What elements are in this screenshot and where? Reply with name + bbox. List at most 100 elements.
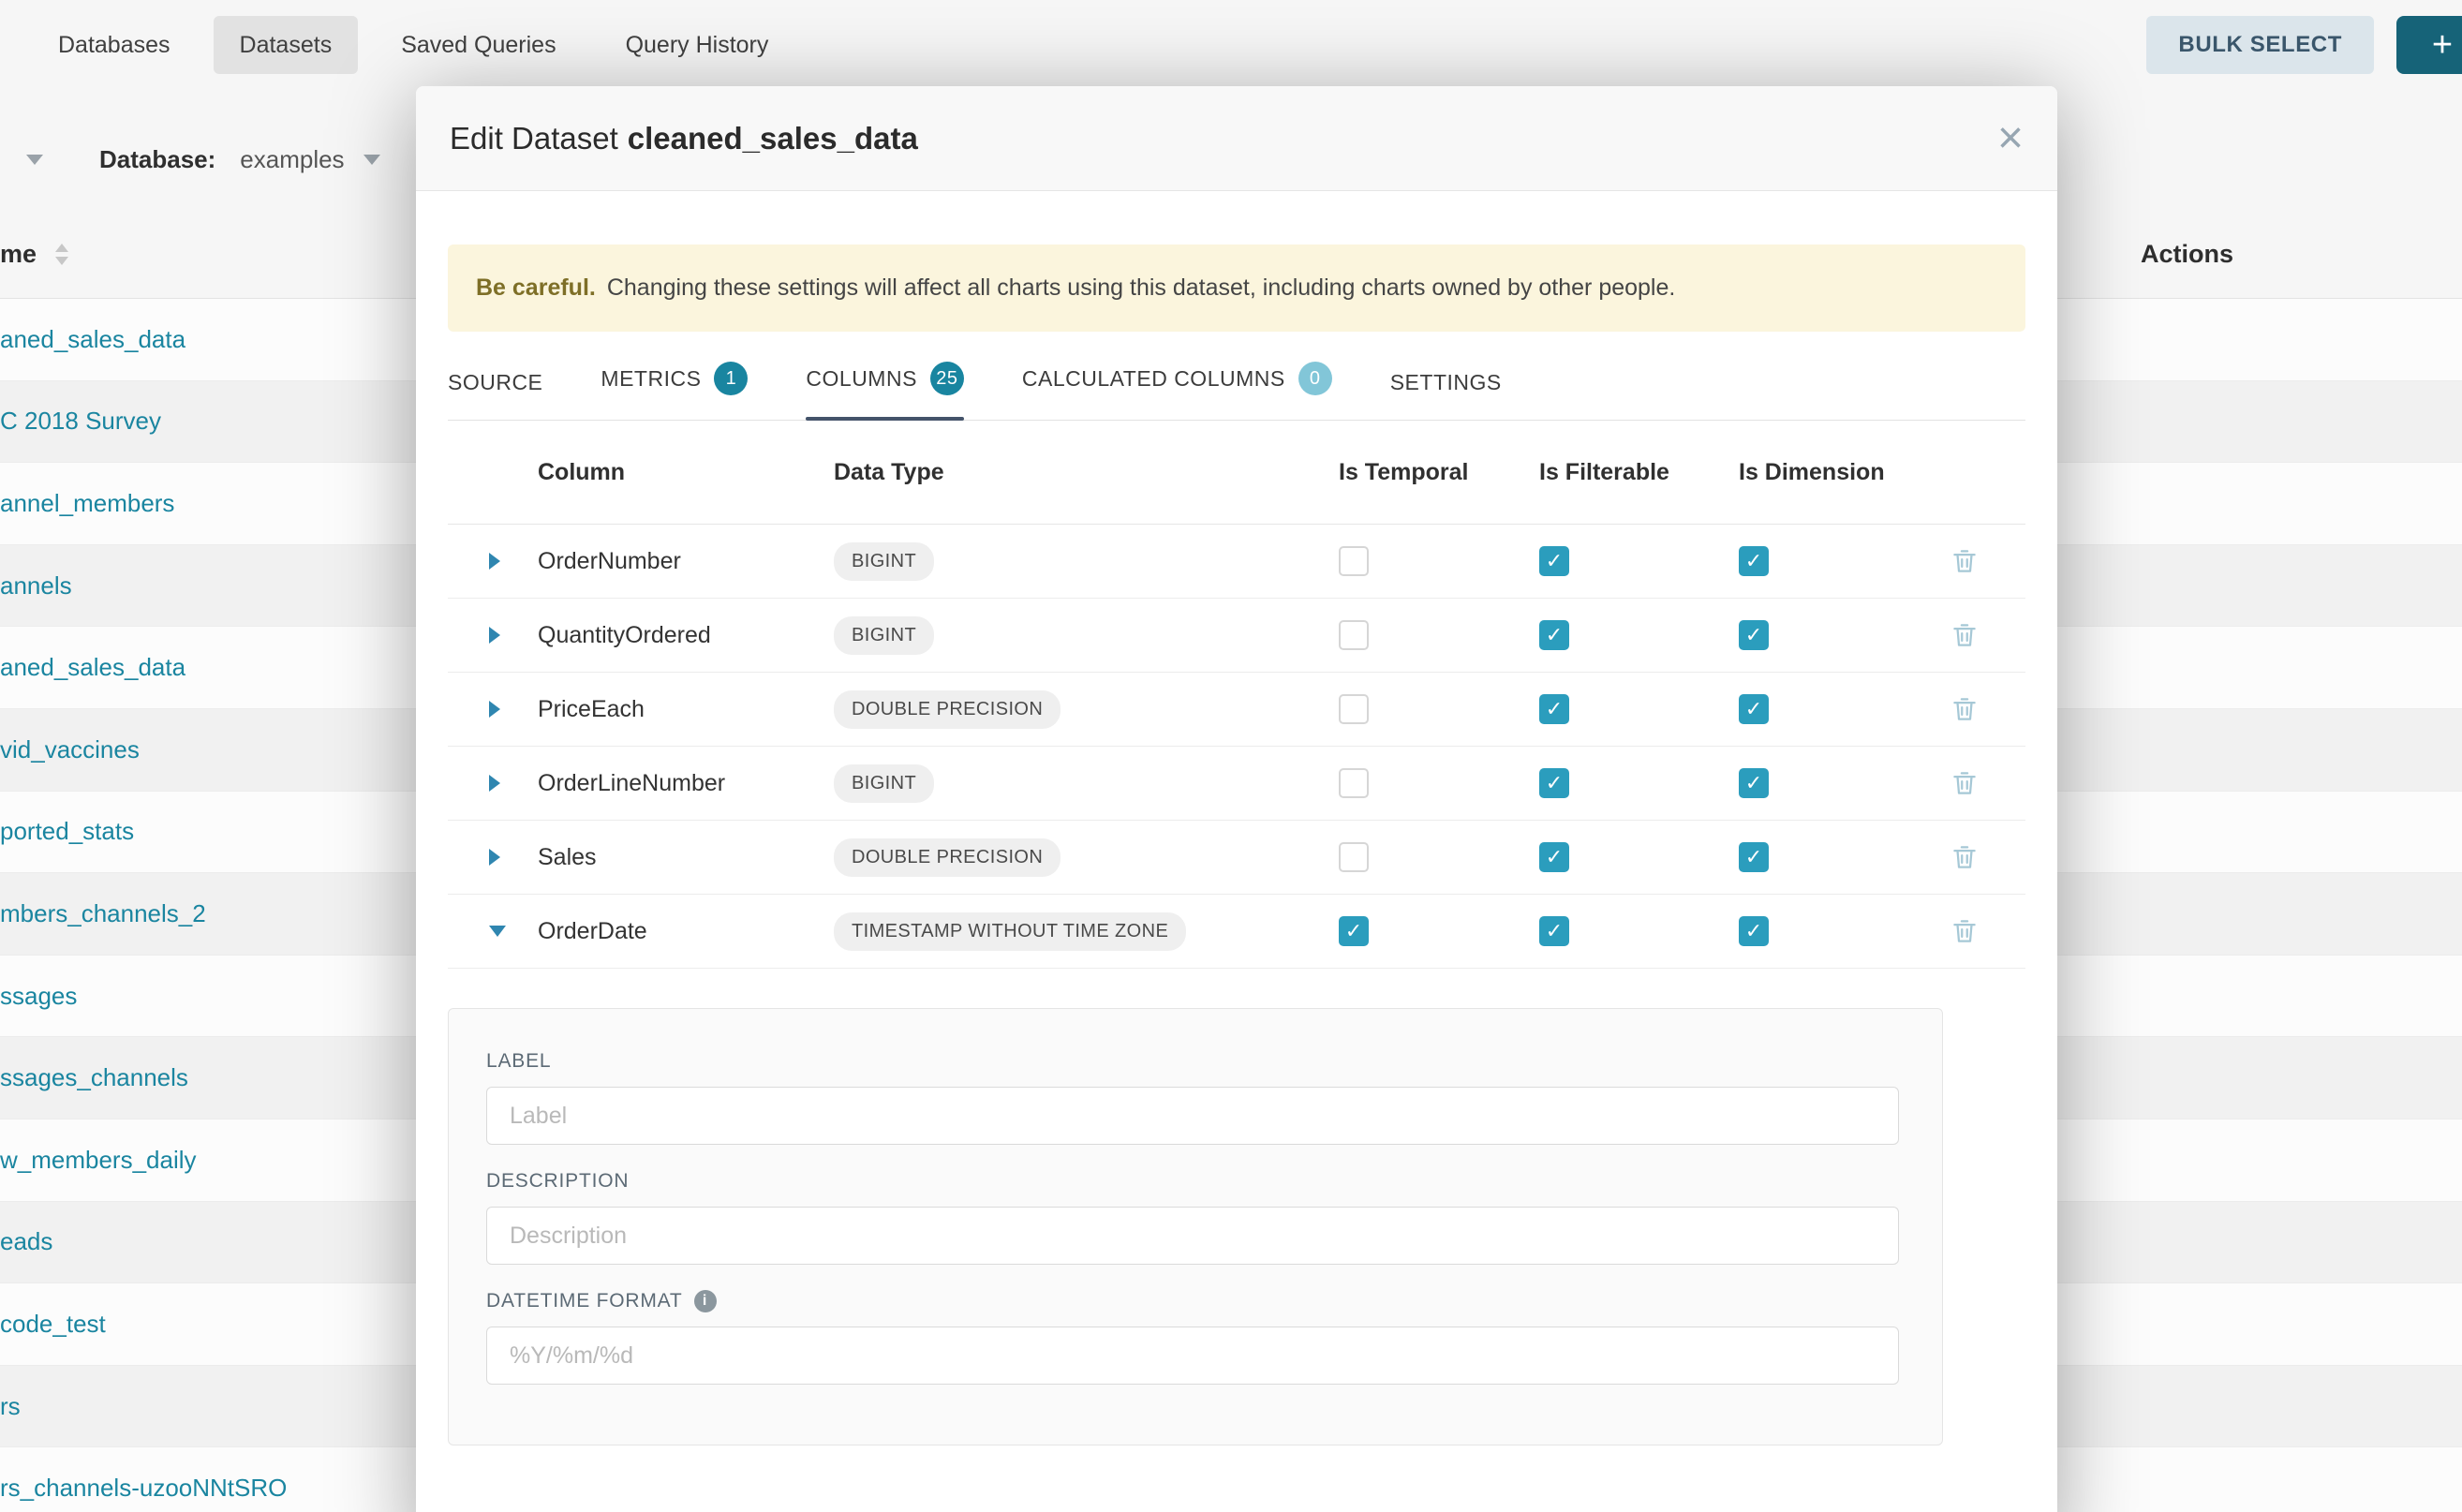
is-dimension-checkbox[interactable]: ✓ — [1739, 768, 1769, 798]
description-input[interactable] — [486, 1207, 1899, 1265]
top-nav: Databases Datasets Saved Queries Query Hist… — [0, 0, 2462, 90]
data-type-pill: BIGINT — [834, 542, 934, 581]
expand-caret-icon[interactable] — [489, 553, 500, 570]
dataset-name-link[interactable]: rs_channels-uzooNNtSRO — [0, 1474, 287, 1503]
column-row-OrderLineNumber: OrderLineNumberBIGINT ✓ ✓ — [448, 747, 2025, 821]
dataset-name-link[interactable]: mbers_channels_2 — [0, 899, 206, 928]
modal-title: Edit Datasetcleaned_sales_data — [450, 121, 918, 156]
expand-caret-icon[interactable] — [489, 701, 500, 718]
delete-column-button[interactable] — [1950, 620, 2025, 650]
label-input[interactable] — [486, 1087, 1899, 1145]
description-field-label: DESCRIPTION — [486, 1170, 1899, 1193]
column-row-OrderNumber: OrderNumberBIGINT ✓ ✓ — [448, 525, 2025, 599]
dataset-name-link[interactable]: ssages_channels — [0, 1063, 188, 1092]
datetime-format-input[interactable] — [486, 1327, 1899, 1385]
info-icon[interactable] — [694, 1290, 717, 1312]
is-temporal-checkbox[interactable] — [1339, 842, 1369, 872]
column-name: OrderNumber — [538, 548, 834, 575]
tab-source[interactable]: SOURCE — [448, 370, 542, 420]
is-dimension-checkbox[interactable]: ✓ — [1739, 916, 1769, 946]
is-filterable-checkbox[interactable]: ✓ — [1539, 694, 1569, 724]
tab-label: COLUMNS — [806, 366, 917, 392]
name-column-header-label: me — [0, 240, 37, 269]
header-data-type: Data Type — [834, 459, 1339, 486]
is-filterable-checkbox[interactable]: ✓ — [1539, 546, 1569, 576]
is-temporal-checkbox[interactable] — [1339, 546, 1369, 576]
is-dimension-checkbox[interactable]: ✓ — [1739, 546, 1769, 576]
description-field: DESCRIPTION — [486, 1170, 1899, 1265]
trash-icon — [1950, 546, 1979, 576]
add-dataset-button[interactable]: + — [2396, 16, 2462, 74]
data-type-pill: DOUBLE PRECISION — [834, 690, 1060, 729]
is-filterable-checkbox[interactable]: ✓ — [1539, 768, 1569, 798]
trash-icon — [1950, 916, 1979, 946]
dataset-name-link[interactable]: ssages — [0, 982, 77, 1011]
column-row-OrderDate: OrderDateTIMESTAMP WITHOUT TIME ZONE✓✓✓ — [448, 895, 2025, 969]
delete-column-button[interactable] — [1950, 768, 2025, 798]
close-icon[interactable]: × — [1997, 116, 2024, 161]
collapse-caret-icon[interactable] — [489, 926, 506, 937]
tab-bar: SOURCE METRICS1 COLUMNS25 CALCULATED COLUMN… — [448, 332, 2025, 421]
trash-icon — [1950, 620, 1979, 650]
is-dimension-checkbox[interactable]: ✓ — [1739, 842, 1769, 872]
is-filterable-checkbox[interactable]: ✓ — [1539, 916, 1569, 946]
is-filterable-checkbox[interactable]: ✓ — [1539, 620, 1569, 650]
is-filterable-checkbox[interactable]: ✓ — [1539, 842, 1569, 872]
chevron-down-icon[interactable] — [363, 155, 380, 165]
is-temporal-checkbox[interactable] — [1339, 620, 1369, 650]
header-is-dimension: Is Dimension — [1739, 459, 1907, 486]
dataset-name-link[interactable]: w_members_daily — [0, 1146, 197, 1175]
dataset-name-link[interactable]: eads — [0, 1227, 52, 1256]
tab-count-badge: 1 — [714, 362, 748, 395]
is-temporal-checkbox[interactable]: ✓ — [1339, 916, 1369, 946]
tab-label: SOURCE — [448, 370, 542, 395]
nav-items: Databases Datasets Saved Queries Query Hist… — [0, 16, 794, 74]
expand-caret-icon[interactable] — [489, 849, 500, 866]
nav-item-query-history[interactable]: Query History — [600, 16, 795, 74]
dataset-name-link[interactable]: annel_members — [0, 489, 174, 518]
delete-column-button[interactable] — [1950, 842, 2025, 872]
tab-settings[interactable]: SETTINGS — [1390, 370, 1502, 420]
is-temporal-checkbox[interactable] — [1339, 768, 1369, 798]
dataset-name-link[interactable]: code_test — [0, 1310, 106, 1339]
tab-count-badge: 0 — [1298, 362, 1332, 395]
expand-caret-icon[interactable] — [489, 627, 500, 644]
column-name: OrderLineNumber — [538, 770, 834, 797]
dataset-name-link[interactable]: annels — [0, 571, 72, 600]
dataset-name-link[interactable]: vid_vaccines — [0, 735, 140, 764]
column-row-QuantityOrdered: QuantityOrderedBIGINT✓✓ — [448, 599, 2025, 673]
delete-column-button[interactable] — [1950, 546, 2025, 576]
delete-column-button[interactable] — [1950, 916, 2025, 946]
is-temporal-checkbox[interactable] — [1339, 694, 1369, 724]
modal-header: Edit Datasetcleaned_sales_data × — [416, 86, 2057, 191]
delete-column-button[interactable] — [1950, 694, 2025, 724]
sort-icon[interactable] — [55, 244, 68, 265]
nav-item-saved-queries[interactable]: Saved Queries — [375, 16, 582, 74]
tab-metrics[interactable]: METRICS1 — [601, 362, 748, 420]
nav-item-databases[interactable]: Databases — [32, 16, 197, 74]
dataset-name-link[interactable]: ported_stats — [0, 817, 134, 846]
warning-text: Changing these settings will affect all … — [607, 274, 1676, 302]
tab-calculated-columns[interactable]: CALCULATED COLUMNS0 — [1022, 362, 1332, 420]
name-column-header[interactable]: me — [0, 240, 68, 269]
nav-item-datasets[interactable]: Datasets — [214, 16, 359, 74]
column-name: PriceEach — [538, 696, 834, 723]
dataset-name-link[interactable]: C 2018 Survey — [0, 407, 161, 436]
trash-icon — [1950, 694, 1979, 724]
dataset-name-link[interactable]: aned_sales_data — [0, 653, 185, 682]
expand-caret-icon[interactable] — [489, 775, 500, 792]
dataset-name-link[interactable]: rs — [0, 1392, 21, 1421]
dataset-name-link[interactable]: aned_sales_data — [0, 325, 185, 354]
column-name: QuantityOrdered — [538, 622, 834, 649]
data-type-pill: BIGINT — [834, 764, 934, 803]
is-dimension-checkbox[interactable]: ✓ — [1739, 694, 1769, 724]
chevron-down-icon[interactable] — [26, 155, 43, 165]
tab-columns[interactable]: COLUMNS25 — [806, 362, 964, 420]
trash-icon — [1950, 842, 1979, 872]
bulk-select-button[interactable]: BULK SELECT — [2146, 16, 2374, 74]
is-dimension-checkbox[interactable]: ✓ — [1739, 620, 1769, 650]
column-name: Sales — [538, 844, 834, 871]
columns-table-body: OrderNumberBIGINT✓✓QuantityOrderedBIGINT… — [448, 525, 2025, 969]
data-type-pill: TIMESTAMP WITHOUT TIME ZONE — [834, 912, 1186, 951]
database-filter-value[interactable]: examples — [240, 145, 344, 174]
